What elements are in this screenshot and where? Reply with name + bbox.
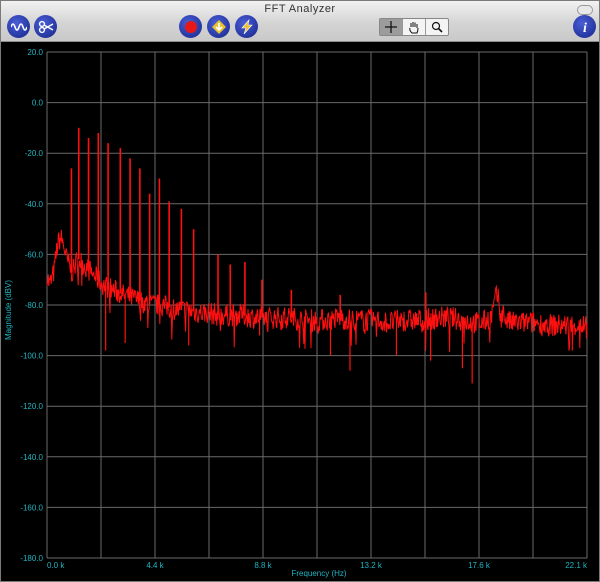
export-button[interactable] [235, 15, 258, 38]
fft-spectrum-chart[interactable]: 20.0 0.0 -20.0 -40.0 -60.0 -80.0 -100.0 -120.0 -… [1, 42, 599, 581]
y-tick-label: 20.0 [27, 48, 43, 57]
waveform-icon [10, 22, 27, 31]
zoom-tool[interactable] [426, 19, 448, 35]
y-tick-label: -80.0 [25, 301, 44, 310]
x-tick-label: 17.6 k [468, 561, 491, 570]
record-button[interactable] [179, 15, 202, 38]
x-axis-label: Frequency (Hz) [291, 569, 346, 578]
spectrum-plot-area[interactable]: 20.0 0.0 -20.0 -40.0 -60.0 -80.0 -100.0 -120.0 -… [1, 42, 599, 581]
toolbar-toggle-button[interactable] [577, 5, 593, 15]
hand-icon [409, 21, 419, 33]
y-tick-label: -40.0 [25, 200, 44, 209]
info-button[interactable]: i [573, 15, 596, 38]
fft-analyzer-window: FFT Analyzer i 20.0 0.0 -20.0 -40.0 -60.… [0, 0, 600, 582]
download-arrow-icon [211, 19, 226, 34]
y-tick-label: -60.0 [25, 250, 44, 259]
y-tick-label: 0.0 [32, 99, 44, 108]
y-tick-label: -160.0 [20, 503, 43, 512]
magnifier-icon [431, 21, 443, 33]
hand-tool[interactable] [403, 19, 426, 35]
y-tick-label: -180.0 [20, 554, 43, 563]
info-icon: i [583, 21, 587, 35]
tool-selector [379, 18, 449, 36]
record-icon [184, 20, 197, 33]
x-tick-label: 0.0 k [47, 561, 65, 570]
title-bar[interactable]: FFT Analyzer i [1, 1, 599, 42]
scope-probe-icon [38, 20, 53, 33]
y-tick-label: -140.0 [20, 453, 43, 462]
import-button[interactable] [207, 15, 230, 38]
y-axis-label: Magnitude (dBV) [4, 280, 13, 340]
lightning-icon [240, 18, 253, 34]
waveform-button[interactable] [7, 15, 30, 38]
x-tick-label: 8.8 k [254, 561, 272, 570]
y-tick-label: -100.0 [20, 352, 43, 361]
x-tick-label: 13.2 k [360, 561, 383, 570]
svg-text:i: i [583, 21, 587, 35]
y-axis-ticks: 20.0 0.0 -20.0 -40.0 -60.0 -80.0 -100.0 -120.0 -… [20, 48, 43, 563]
x-tick-label: 4.4 k [146, 561, 164, 570]
crosshair-icon [385, 21, 397, 33]
x-tick-label: 22.1 k [565, 561, 588, 570]
y-tick-label: -20.0 [25, 149, 44, 158]
crosshair-tool[interactable] [380, 19, 403, 35]
window-title: FFT Analyzer [264, 3, 336, 15]
scope-button[interactable] [34, 15, 57, 38]
y-tick-label: -120.0 [20, 402, 43, 411]
plot-grid [46, 51, 588, 559]
